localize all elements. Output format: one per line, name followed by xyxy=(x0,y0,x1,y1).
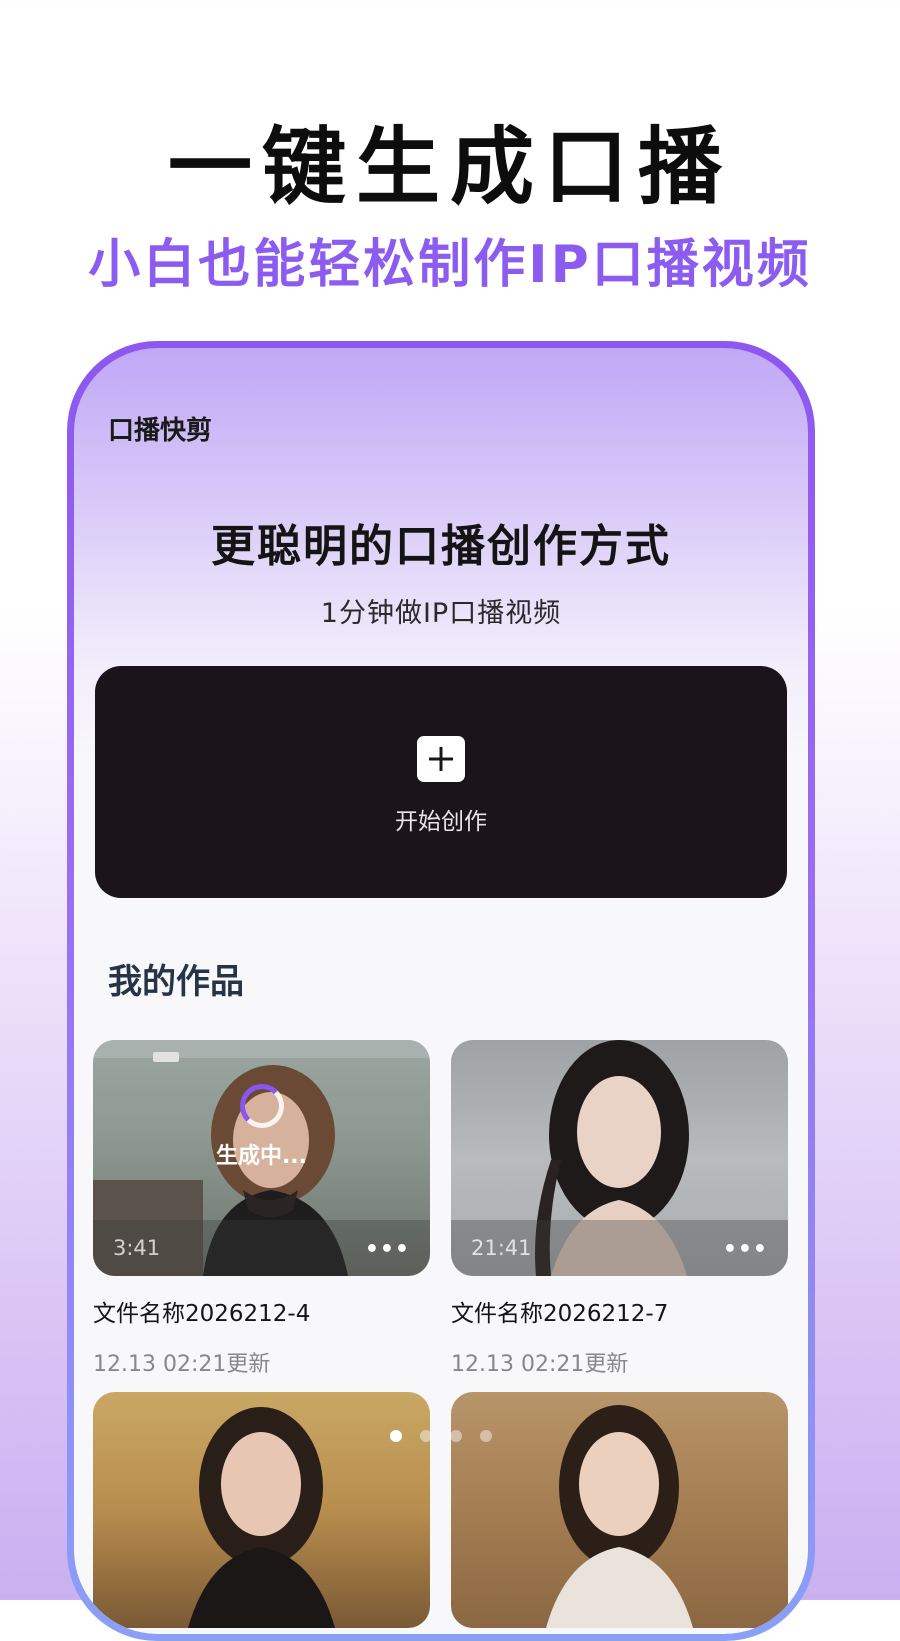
work-update-time: 12.13 02:21更新 xyxy=(451,1352,629,1377)
video-duration: 3:41 xyxy=(113,1236,161,1260)
page-dot[interactable] xyxy=(390,1430,402,1442)
app-name: 口播快剪 xyxy=(108,416,213,446)
thumbnail-image xyxy=(546,1405,693,1628)
generating-status: 生成中... xyxy=(93,1084,430,1170)
generating-label: 生成中... xyxy=(215,1144,308,1169)
more-options-icon[interactable]: ••• xyxy=(723,1237,768,1262)
work-update-time: 12.13 02:21更新 xyxy=(93,1352,271,1377)
start-create-button[interactable]: 开始创作 xyxy=(95,666,787,898)
page-indicator[interactable] xyxy=(390,1430,492,1442)
my-works-title: 我的作品 xyxy=(108,962,244,1002)
work-file-name: 文件名称2026212-4 xyxy=(93,1301,311,1327)
work-card[interactable]: 生成中... 3:41 ••• 文件名称2026212-4 12.13 02:2… xyxy=(93,1040,430,1378)
page-dot[interactable] xyxy=(450,1430,462,1442)
video-thumbnail[interactable]: 21:41 ••• xyxy=(451,1040,788,1276)
start-create-label: 开始创作 xyxy=(395,809,487,835)
page-dot[interactable] xyxy=(420,1430,432,1442)
video-thumbnail[interactable] xyxy=(451,1392,788,1628)
video-thumbnail[interactable]: 生成中... 3:41 ••• xyxy=(93,1040,430,1276)
loading-spinner-icon xyxy=(239,1084,284,1128)
page-dot[interactable] xyxy=(480,1430,492,1442)
plus-icon xyxy=(417,736,465,782)
work-file-name: 文件名称2026212-7 xyxy=(451,1301,669,1327)
work-card[interactable] xyxy=(93,1392,430,1628)
page-title: 更聪明的口播创作方式 xyxy=(211,521,671,572)
work-card[interactable] xyxy=(451,1392,788,1628)
video-thumbnail[interactable] xyxy=(93,1392,430,1628)
more-options-icon[interactable]: ••• xyxy=(365,1237,410,1262)
video-duration: 21:41 xyxy=(471,1236,532,1260)
app-screen: 口播快剪 更聪明的口播创作方式 1分钟做IP口播视频 开始创作 我的作品 生成中… xyxy=(74,348,808,1634)
page-subtitle: 1分钟做IP口播视频 xyxy=(320,598,562,629)
phone-frame: 口播快剪 更聪明的口播创作方式 1分钟做IP口播视频 开始创作 我的作品 生成中… xyxy=(67,341,815,1641)
thumbnail-image xyxy=(188,1407,335,1628)
work-card[interactable]: 21:41 ••• 文件名称2026212-7 12.13 02:21更新 xyxy=(451,1040,788,1378)
promo-headline: 一键生成口播 xyxy=(167,118,732,216)
promo-subheadline: 小白也能轻松制作IP口播视频 xyxy=(88,235,812,295)
